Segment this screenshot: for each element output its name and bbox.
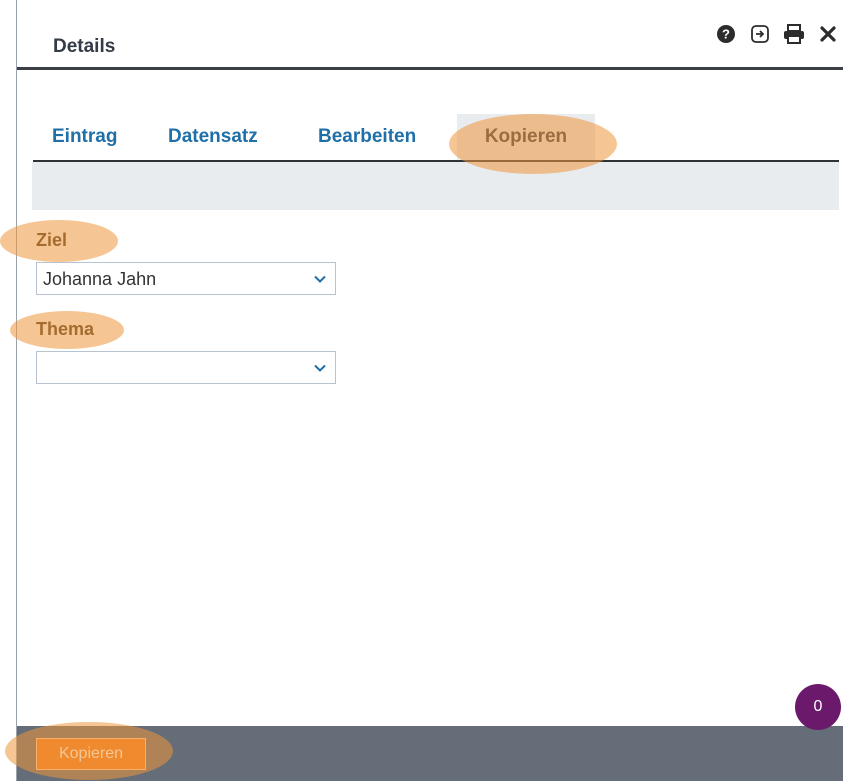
svg-text:?: ? <box>722 27 730 42</box>
help-icon[interactable]: ? <box>715 23 737 45</box>
print-icon[interactable] <box>783 23 805 45</box>
ziel-select-value: Johanna Jahn <box>43 269 157 289</box>
notification-badge[interactable]: 0 <box>795 684 841 730</box>
title-divider <box>17 67 843 70</box>
window-actions: ? <box>715 22 843 46</box>
tab-eintrag[interactable]: Eintrag <box>52 114 117 160</box>
window-title: Details <box>53 36 116 57</box>
kopieren-button[interactable]: Kopieren <box>36 738 146 770</box>
popout-icon[interactable] <box>749 23 771 45</box>
thema-select[interactable] <box>36 351 336 384</box>
tab-datensatz[interactable]: Datensatz <box>168 114 258 160</box>
tab-kopieren[interactable]: Kopieren <box>457 114 595 160</box>
thema-label: Thema <box>36 319 95 339</box>
ziel-select[interactable]: Johanna Jahn <box>36 262 336 295</box>
tab-bearbeiten[interactable]: Bearbeiten <box>318 114 416 160</box>
chevron-down-icon <box>314 364 326 372</box>
chevron-down-icon <box>314 275 326 283</box>
ziel-label: Ziel <box>36 230 68 250</box>
tab-toolbar <box>32 162 839 210</box>
window-left-border <box>16 0 17 781</box>
close-icon[interactable] <box>817 23 839 45</box>
